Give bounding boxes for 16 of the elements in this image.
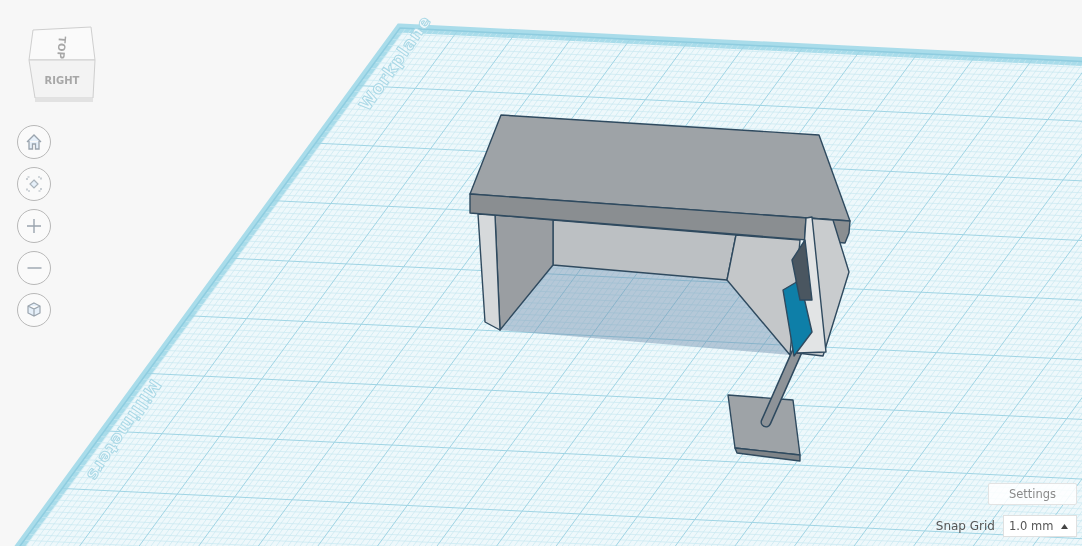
- cube-right-label: RIGHT: [44, 75, 80, 86]
- fit-view-icon: [24, 174, 44, 194]
- minus-icon: [26, 267, 42, 269]
- caret-icon: [1061, 523, 1068, 529]
- home-icon: [24, 132, 44, 152]
- snap-grid-label: Snap Grid: [935, 519, 995, 533]
- home-button[interactable]: [17, 125, 51, 159]
- cube-top-label: TOP: [55, 35, 68, 60]
- plus-icon: [24, 216, 44, 236]
- view-cube[interactable]: TOP RIGHT: [25, 20, 101, 102]
- zoom-out-button[interactable]: [17, 251, 51, 285]
- fit-view-button[interactable]: [17, 167, 51, 201]
- perspective-button[interactable]: [17, 293, 51, 327]
- zoom-in-button[interactable]: [17, 209, 51, 243]
- settings-button[interactable]: Settings: [988, 483, 1077, 505]
- snap-grid-select[interactable]: 1.0 mm: [1003, 515, 1077, 537]
